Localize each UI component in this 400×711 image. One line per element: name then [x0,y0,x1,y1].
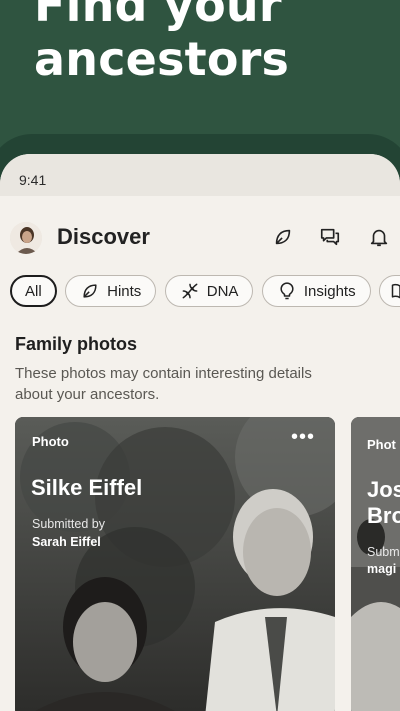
hero-title: Find your ancestors [34,0,289,86]
filter-chip-dna[interactable]: DNA [164,275,254,307]
card-submitted-by: magi [367,562,397,576]
photo-card[interactable]: Photo ••• Silke Eiffel Submitted by Sara… [15,417,335,711]
hero-title-line1: Find your [34,0,282,32]
dna-icon [182,283,198,299]
status-bar: 9:41 [0,154,400,196]
filter-chip-stories[interactable] [379,275,400,307]
card-type-label: Photo [32,434,69,449]
app-header: Discover [0,218,400,258]
chip-label: Hints [107,282,142,300]
hero-title-line2: ancestors [34,32,290,86]
filter-chips: All Hints DNA Insights [10,275,400,309]
hints-leaf-icon[interactable] [272,226,294,248]
card-submitted-by: Sarah Eiffel [32,535,101,549]
card-type-label: Phot [367,437,396,452]
book-icon [391,283,400,299]
chat-icon[interactable] [319,226,341,248]
section-description: These photos may contain interesting det… [15,365,312,403]
page-title: Discover [57,224,150,249]
chip-label: Insights [303,282,356,300]
card-submitted-label: Subm [367,545,400,559]
card-person-name: Jos Bro [367,477,400,529]
card-person-name-line1: Jos [367,477,400,502]
card-submitted-label: Submitted by [32,517,105,531]
avatar[interactable] [10,222,42,254]
bell-icon[interactable] [368,226,390,248]
section-title: Family photos [15,334,138,354]
phone-screen: 9:41 Discover All Hints DNA Insights Fam… [0,154,400,711]
chip-label: DNA [206,282,239,300]
card-person-name: Silke Eiffel [31,475,143,500]
card-person-name-line2: Bro [367,503,400,528]
filter-chip-insights[interactable]: Insights [261,275,371,307]
status-time: 9:41 [19,172,47,188]
photo-card[interactable]: Phot Jos Bro Subm magi [351,417,400,711]
lightbulb-icon [280,282,294,300]
photo-image [15,417,335,711]
filter-chip-hints[interactable]: Hints [65,275,157,307]
filter-chip-all[interactable]: All [10,275,57,307]
leaf-icon [83,284,97,298]
chip-label: All [25,282,42,300]
more-options-button[interactable]: ••• [291,427,315,447]
